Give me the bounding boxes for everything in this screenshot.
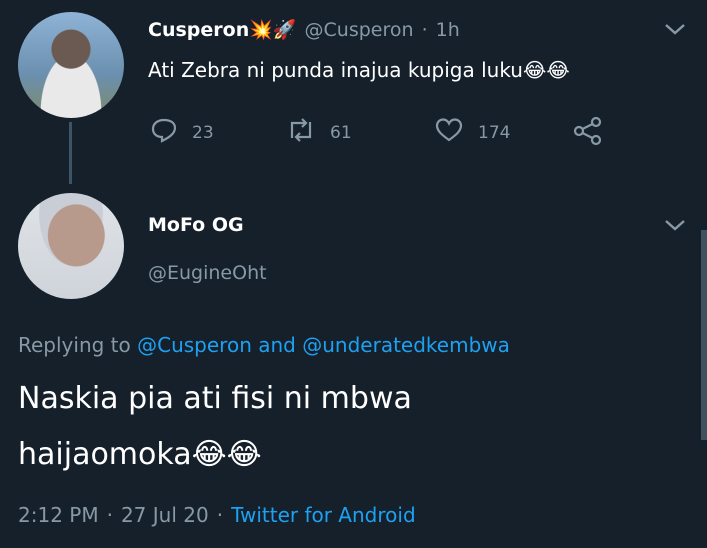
chevron-down-icon[interactable] bbox=[663, 18, 687, 43]
retweet-button[interactable]: 61 bbox=[286, 116, 352, 149]
retweet-count: 61 bbox=[330, 122, 352, 143]
tweet2-text-line1: Naskia pia ati fisi ni mbwa bbox=[18, 381, 412, 416]
like-count: 174 bbox=[478, 122, 511, 143]
replying-prefix: Replying to bbox=[18, 333, 131, 357]
tweet1-display-name[interactable]: Cusperon💥🚀 bbox=[148, 18, 297, 41]
tweet2-display-name[interactable]: MoFo OG bbox=[148, 214, 244, 236]
tweet2-meta: 2:12 PM · 27 Jul 20 · Twitter for Androi… bbox=[18, 503, 416, 527]
thread-line bbox=[69, 122, 72, 184]
tweet2-source[interactable]: Twitter for Android bbox=[231, 503, 416, 527]
meta-sep: · bbox=[216, 503, 224, 527]
tweet1-handle[interactable]: @Cusperon bbox=[305, 19, 414, 41]
scrollbar[interactable] bbox=[701, 230, 707, 440]
share-icon bbox=[572, 116, 604, 151]
tweet1-dot: · bbox=[421, 19, 428, 41]
avatar-cusperon[interactable] bbox=[18, 12, 124, 118]
tweet2-handle[interactable]: @EugineOht bbox=[148, 262, 267, 284]
tweet1-header: Cusperon💥🚀 @Cusperon · 1h bbox=[148, 18, 460, 41]
replying-to: Replying to @Cusperon and @underatedkemb… bbox=[18, 333, 510, 357]
chevron-down-icon[interactable] bbox=[663, 214, 687, 239]
reply-user-link[interactable]: @Cusperon bbox=[137, 333, 252, 357]
like-icon bbox=[434, 116, 464, 149]
like-button[interactable]: 174 bbox=[434, 116, 510, 149]
reply-button[interactable]: 23 bbox=[150, 116, 214, 149]
reply-and: and bbox=[258, 333, 296, 357]
tweet1-text: Ati Zebra ni punda inajua kupiga luku😂😂 bbox=[148, 58, 570, 82]
avatar-mofo-og[interactable] bbox=[18, 193, 124, 299]
tweet2-text-line2: haijaomoka😂😂 bbox=[18, 437, 262, 472]
meta-sep: · bbox=[106, 503, 113, 527]
share-button[interactable] bbox=[572, 116, 604, 151]
reply-count: 23 bbox=[192, 122, 214, 143]
tweet2-time[interactable]: 2:12 PM bbox=[18, 503, 99, 527]
tweet2-date[interactable]: 27 Jul 20 bbox=[121, 503, 209, 527]
reply-icon bbox=[150, 116, 178, 149]
reply-user-link[interactable]: @underatedkembwa bbox=[302, 333, 510, 357]
retweet-icon bbox=[286, 116, 316, 149]
tweet1-time[interactable]: 1h bbox=[436, 19, 460, 41]
